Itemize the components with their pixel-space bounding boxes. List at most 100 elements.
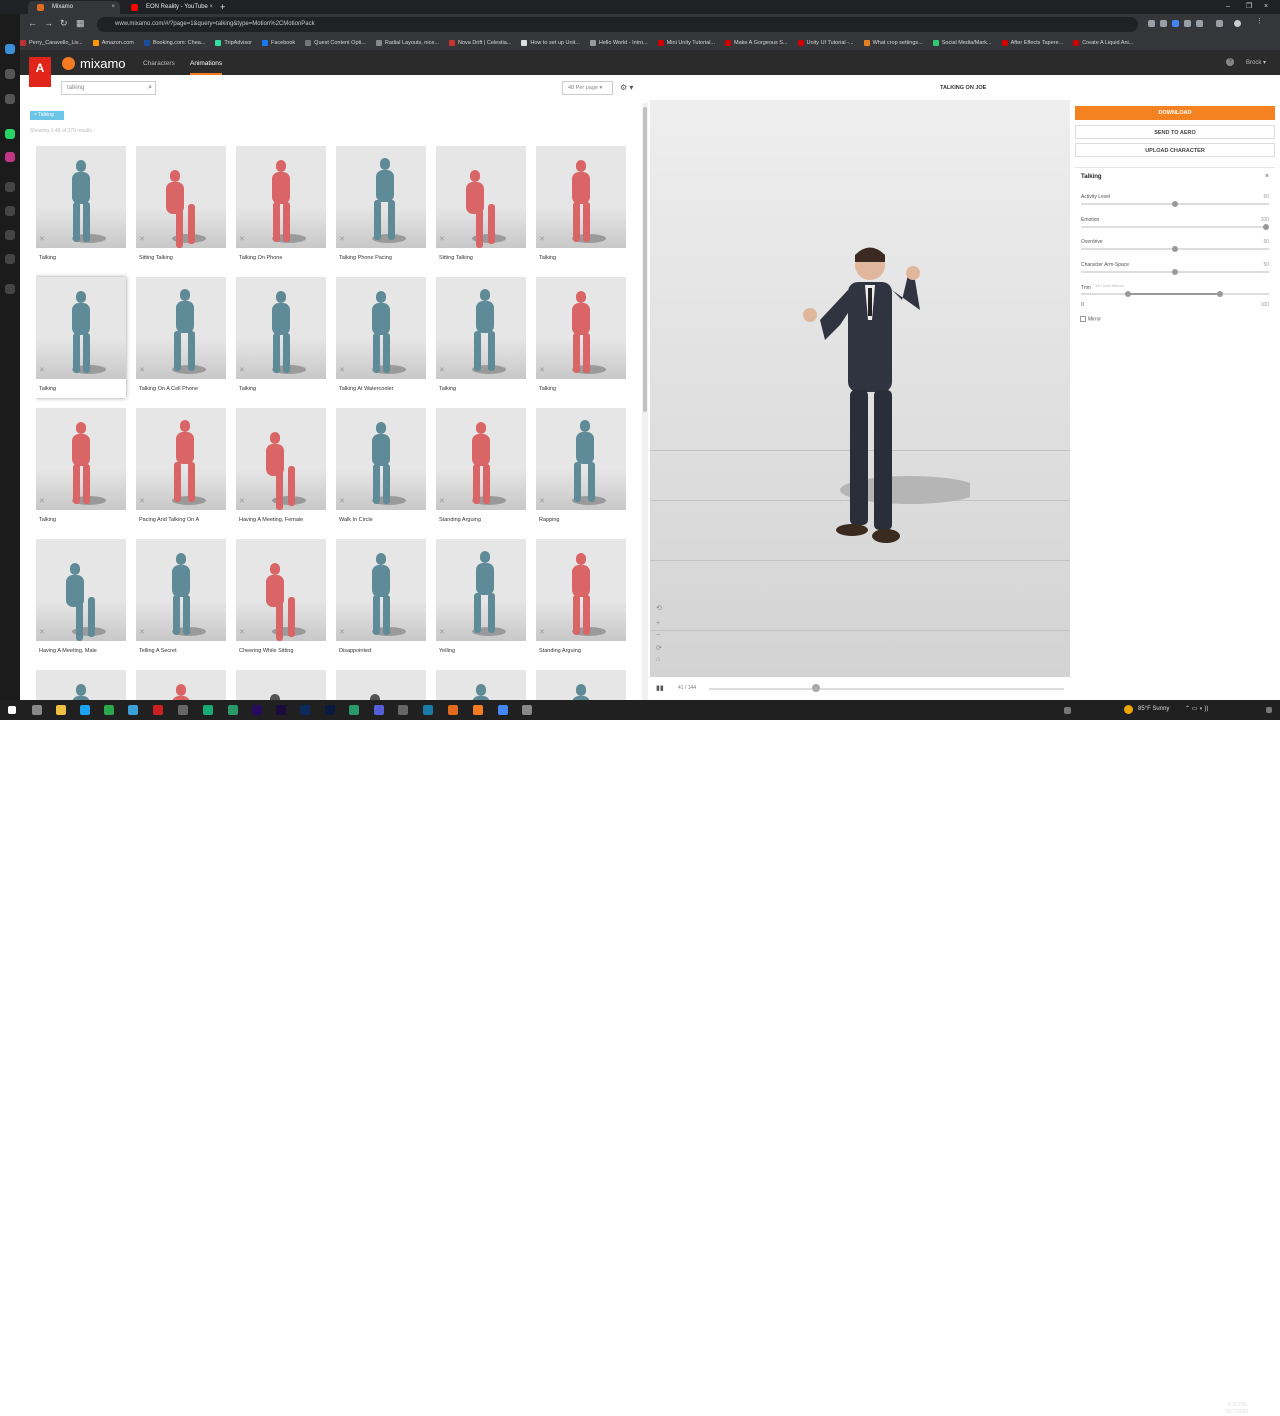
taskbar-app-icon[interactable] xyxy=(128,705,138,715)
taskbar-app-icon[interactable] xyxy=(398,705,408,715)
trim-end-handle[interactable] xyxy=(1217,291,1223,297)
animation-thumbnail[interactable]: ✕ xyxy=(236,146,326,248)
bookmark-item[interactable]: TripAdvisor xyxy=(215,36,252,50)
animation-thumbnail[interactable]: ✕ xyxy=(236,539,326,641)
taskbar-app-icon[interactable] xyxy=(473,705,483,715)
animation-thumbnail[interactable]: ✕ xyxy=(436,146,526,248)
animation-card[interactable]: ✕ Talking xyxy=(36,408,126,529)
timeline-track[interactable] xyxy=(709,688,1064,690)
scrollbar-thumb[interactable] xyxy=(643,107,647,412)
extension-icon[interactable] xyxy=(1184,20,1191,27)
unity-icon[interactable] xyxy=(178,705,188,715)
animation-thumbnail[interactable]: ✕ xyxy=(236,670,326,700)
new-tab-button[interactable]: + xyxy=(220,0,225,14)
whatsapp-icon[interactable] xyxy=(5,129,15,139)
apps-icon[interactable]: ▦ xyxy=(76,18,85,29)
app-icon[interactable] xyxy=(5,44,15,54)
filter-chip-talking[interactable]: × Talking xyxy=(30,111,64,120)
download-button[interactable]: DOWNLOAD xyxy=(1075,106,1275,120)
animation-card[interactable]: ✕ Cheering While Sitting xyxy=(236,539,326,660)
close-icon[interactable]: × xyxy=(111,1,115,14)
animation-card[interactable]: ✕ Rapping xyxy=(536,408,626,529)
slider-handle[interactable] xyxy=(1172,246,1178,252)
start-button-icon[interactable] xyxy=(8,706,16,714)
taskbar-app-icon[interactable] xyxy=(374,705,384,715)
clock[interactable]: 6:30 PM 8/27/2022 xyxy=(1226,1402,1248,1416)
animation-thumbnail[interactable]: ✕ xyxy=(336,277,426,379)
animation-card[interactable]: ✕ Having A Meeting, Male xyxy=(36,539,126,660)
zoom-out-icon[interactable]: − xyxy=(656,632,660,639)
animation-thumbnail[interactable]: ✕ xyxy=(336,539,426,641)
people-icon[interactable] xyxy=(1064,707,1071,714)
animation-card[interactable]: ✕ Pacing And Talking On A xyxy=(136,408,226,529)
extensions-puzzle-icon[interactable] xyxy=(1216,20,1223,27)
animation-thumbnail[interactable]: ✕ xyxy=(336,408,426,510)
taskbar-app-icon[interactable] xyxy=(104,705,114,715)
slider-track[interactable] xyxy=(1081,225,1269,228)
bookmark-item[interactable]: What crop settings... xyxy=(863,36,923,50)
zoom-in-icon[interactable]: + xyxy=(656,620,660,627)
bookmark-item[interactable]: Facebook xyxy=(262,36,295,50)
media-encoder-icon[interactable] xyxy=(300,705,310,715)
animation-card[interactable]: ✕ Talking xyxy=(36,277,126,398)
taskbar-app-icon[interactable] xyxy=(228,705,238,715)
bookmark-item[interactable]: Mini Unity Tutorial... xyxy=(657,36,715,50)
animation-card[interactable]: ✕ Standing Arguing xyxy=(536,539,626,660)
animation-thumbnail[interactable]: ✕ xyxy=(436,408,526,510)
user-menu[interactable]: Brock ▾ xyxy=(1246,59,1266,66)
taskbar-app-icon[interactable] xyxy=(203,705,213,715)
3d-viewport[interactable] xyxy=(650,100,1070,677)
bookmark-item[interactable]: Unity UI Tutorial -... xyxy=(797,36,854,50)
tab-youtube[interactable]: EON Reality - YouTube × xyxy=(122,1,218,14)
search-icon[interactable]: ⌕ xyxy=(148,82,152,94)
animation-thumbnail[interactable]: ✕ xyxy=(536,539,626,641)
profile-avatar-icon[interactable] xyxy=(1234,20,1241,27)
app-icon[interactable] xyxy=(5,230,15,240)
animation-card[interactable]: ✕ Talking At Watercooler xyxy=(336,277,426,398)
extension-icon[interactable] xyxy=(1172,20,1179,27)
animation-thumbnail[interactable]: ✕ xyxy=(536,277,626,379)
animation-thumbnail[interactable]: ✕ xyxy=(536,670,626,700)
timeline-scrubber[interactable] xyxy=(811,684,820,692)
bookmark-item[interactable]: After Effects Tapere... xyxy=(1001,36,1063,50)
taskbar-app-icon[interactable] xyxy=(522,705,532,715)
animation-card[interactable]: ✕ Having A Meeting, Female xyxy=(236,408,326,529)
bookmark-item[interactable]: How to set up Unit... xyxy=(521,36,580,50)
animation-thumbnail[interactable]: ✕ xyxy=(436,277,526,379)
animation-thumbnail[interactable]: ✕ xyxy=(136,146,226,248)
app-icon[interactable] xyxy=(5,69,15,79)
extension-icon[interactable] xyxy=(1148,20,1155,27)
adobe-logo[interactable]: A xyxy=(29,57,51,87)
animation-thumbnail[interactable]: ✕ xyxy=(136,277,226,379)
animation-thumbnail[interactable]: ✕ xyxy=(536,146,626,248)
instagram-icon[interactable] xyxy=(5,152,15,162)
app-icon[interactable] xyxy=(5,206,15,216)
bookmark-item[interactable]: Quest Content Opti... xyxy=(305,36,366,50)
animation-card[interactable]: ✕ Standing Arguing xyxy=(436,408,526,529)
bookmark-item[interactable]: Perry_Caravello_Liv... xyxy=(20,36,83,50)
animation-thumbnail[interactable]: ✕ xyxy=(336,146,426,248)
animation-card[interactable]: ✕ Talking On A Cell Phone xyxy=(136,277,226,398)
forward-icon[interactable]: → xyxy=(44,18,53,28)
notification-icon[interactable] xyxy=(1266,707,1272,713)
checkbox-icon[interactable] xyxy=(1080,316,1086,322)
animation-thumbnail[interactable]: ✕ xyxy=(336,670,426,700)
taskbar-app-icon[interactable] xyxy=(80,705,90,715)
brand-name[interactable]: mixamo xyxy=(80,56,126,71)
tab-mixamo[interactable]: Mixamo × xyxy=(28,1,120,14)
search-input[interactable]: talking ⌕ xyxy=(61,81,156,95)
slider-handle[interactable] xyxy=(1172,201,1178,207)
animation-card[interactable]: ✕ Talking xyxy=(536,146,626,267)
nav-characters[interactable]: Characters xyxy=(143,58,175,69)
animation-thumbnail[interactable]: ✕ xyxy=(36,277,126,379)
send-to-aero-button[interactable]: SEND TO AERO xyxy=(1075,125,1275,139)
help-icon[interactable]: ? xyxy=(1226,58,1234,66)
minimize-button[interactable]: – xyxy=(1226,0,1230,14)
animation-thumbnail[interactable]: ✕ xyxy=(36,539,126,641)
animation-card[interactable]: ✕ Talking xyxy=(436,277,526,398)
close-icon[interactable]: × xyxy=(209,1,213,14)
after-effects-icon[interactable] xyxy=(276,705,286,715)
mirror-checkbox[interactable]: Mirror xyxy=(1080,316,1101,322)
animation-thumbnail[interactable]: ✕ xyxy=(236,408,326,510)
extension-icon[interactable] xyxy=(1196,20,1203,27)
